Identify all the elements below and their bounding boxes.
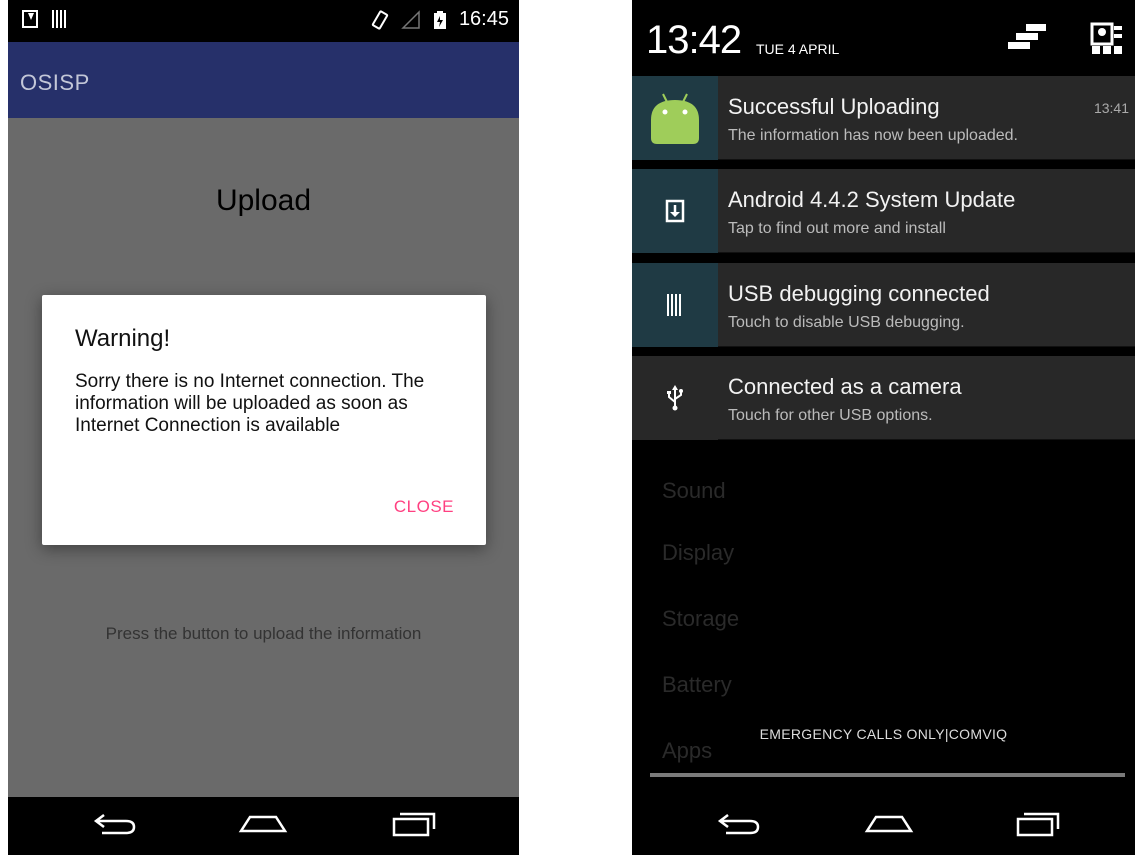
home-icon[interactable] (864, 809, 914, 839)
usb-icon (667, 385, 683, 411)
recents-icon[interactable] (1014, 809, 1062, 839)
notification-successful-uploading[interactable]: Successful Uploading The information has… (632, 76, 1135, 160)
notification-subtitle: Tap to find out more and install (728, 220, 946, 237)
background-setting-storage: Storage (662, 606, 740, 631)
battery-icon (433, 10, 446, 29)
usb-debug-icon (667, 294, 683, 316)
quick-settings-icon[interactable] (1090, 22, 1124, 56)
navigation-bar (8, 797, 519, 855)
dialog-title: Warning! (75, 325, 171, 352)
android-icon (651, 93, 699, 144)
app-title: OSISP (20, 70, 90, 95)
navigation-bar (632, 797, 1135, 855)
notification-time: 13:41 (1093, 100, 1129, 116)
download-icon (665, 199, 685, 223)
notification-subtitle: Touch for other USB options. (728, 407, 933, 424)
page-title: Upload (215, 184, 312, 217)
dialog-message: Sorry there is no Internet connection. T… (75, 371, 425, 436)
phone-screen-upload: 16:45 OSISP Upload Press the button to u… (8, 0, 519, 855)
app-bar: OSISP (8, 42, 519, 118)
phone-screen-notifications: Sound Display Storage Battery Apps 13:42… (632, 0, 1135, 855)
clock: 13:42 (646, 18, 742, 62)
vibrate-icon (371, 9, 389, 30)
background-setting-display: Display (662, 540, 735, 565)
notification-subtitle: Touch to disable USB debugging. (728, 314, 965, 331)
home-icon[interactable] (238, 809, 288, 839)
status-time: 16:45 (458, 8, 509, 30)
notification-shade-header: 13:42 TUE 4 APRIL (632, 0, 1135, 74)
notification-system-update[interactable]: Android 4.4.2 System Update Tap to find … (632, 169, 1135, 253)
shade-drag-handle[interactable] (650, 773, 1125, 777)
date: TUE 4 APRIL (756, 41, 840, 57)
signal-icon (401, 9, 420, 29)
download-icon (22, 10, 38, 28)
back-icon[interactable] (716, 809, 762, 839)
notification-title: Android 4.4.2 System Update (728, 187, 1016, 212)
back-icon[interactable] (92, 809, 138, 839)
notification-subtitle: The information has now been uploaded. (728, 127, 1018, 144)
clear-notifications-icon[interactable] (1006, 22, 1050, 52)
carrier-label: EMERGENCY CALLS ONLY|COMVIQ (759, 726, 1008, 742)
background-setting-battery: Battery (662, 672, 732, 697)
status-bar: 16:45 (8, 0, 519, 42)
upload-hint: Press the button to upload the informati… (105, 624, 422, 643)
close-button[interactable]: CLOSE (394, 497, 454, 517)
notification-title: Connected as a camera (728, 374, 962, 399)
notification-title: Successful Uploading (728, 94, 940, 119)
background-setting-sound: Sound (662, 478, 726, 503)
recents-icon[interactable] (390, 809, 438, 839)
notification-title: USB debugging connected (728, 281, 990, 306)
notification-usb-camera[interactable]: Connected as a camera Touch for other US… (632, 356, 1135, 440)
notification-usb-debugging[interactable]: USB debugging connected Touch to disable… (632, 263, 1135, 347)
usb-debug-icon (52, 10, 68, 28)
warning-dialog: Warning! Sorry there is no Internet conn… (42, 295, 486, 545)
